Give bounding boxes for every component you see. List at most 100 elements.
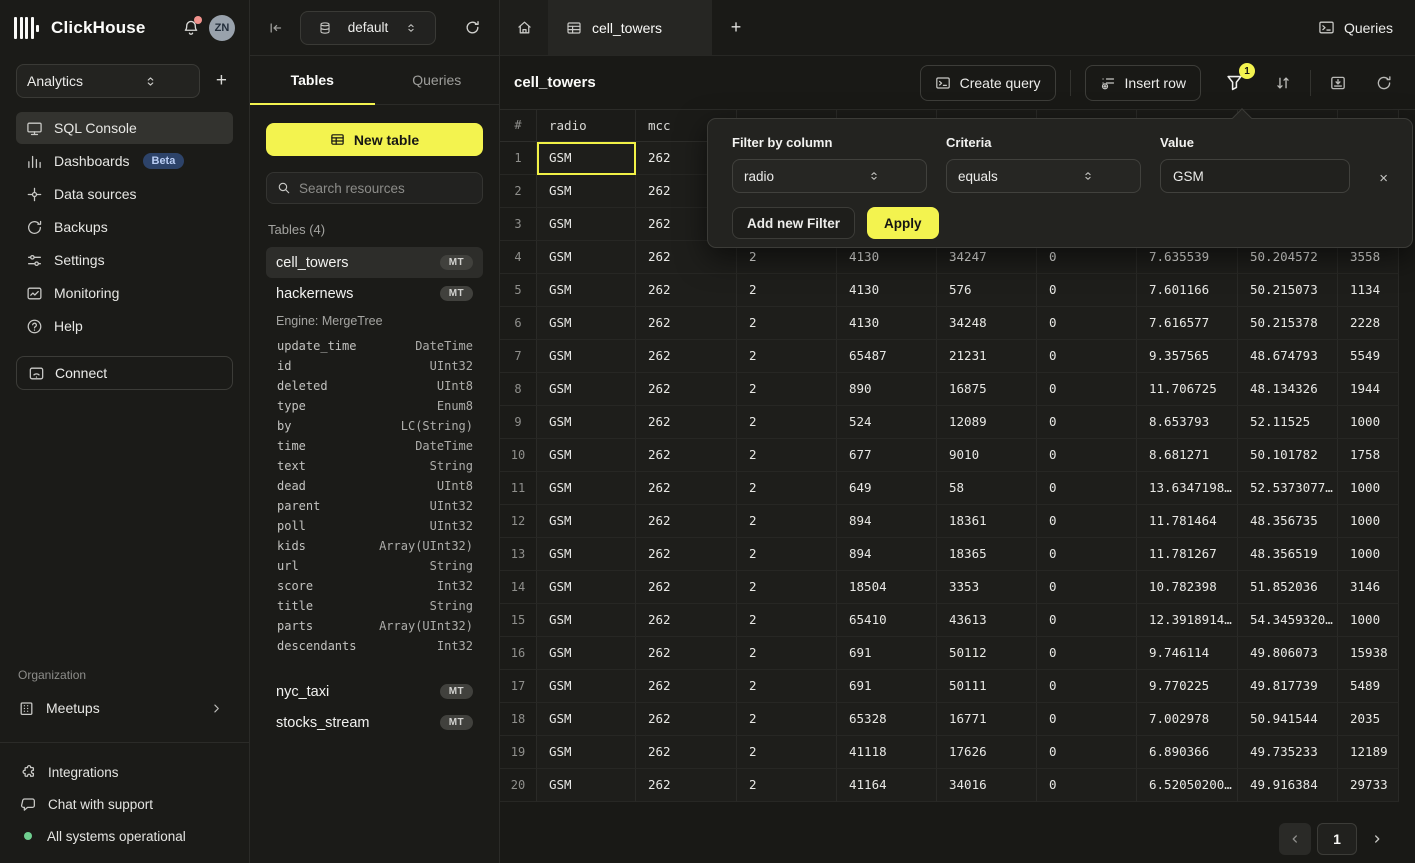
grid-cell[interactable]: 2035 (1338, 703, 1399, 736)
grid-cell[interactable]: 894 (837, 505, 937, 538)
grid-cell[interactable]: 2 (737, 406, 837, 439)
grid-cell[interactable]: 8.653793 (1137, 406, 1238, 439)
grid-cell[interactable]: 7.002978 (1137, 703, 1238, 736)
grid-cell[interactable]: 6.890366 (1137, 736, 1238, 769)
grid-cell[interactable]: 43613 (937, 604, 1037, 637)
grid-cell[interactable]: GSM (537, 208, 636, 241)
grid-cell[interactable]: GSM (537, 373, 636, 406)
grid-header-cell[interactable]: # (500, 110, 537, 142)
grid-cell[interactable]: 9.770225 (1137, 670, 1238, 703)
new-table-button[interactable]: New table (266, 123, 483, 156)
table-item-cell-towers[interactable]: cell_towersMT (266, 247, 483, 278)
grid-cell[interactable]: 14 (500, 571, 537, 604)
grid-cell[interactable]: 2 (737, 736, 837, 769)
grid-cell[interactable]: GSM (537, 538, 636, 571)
grid-cell[interactable]: 65410 (837, 604, 937, 637)
explorer-tab-tables[interactable]: Tables (250, 56, 375, 104)
grid-cell[interactable]: 2 (737, 373, 837, 406)
apply-filter-button[interactable]: Apply (867, 207, 939, 239)
add-workspace-button[interactable]: + (210, 68, 233, 94)
grid-cell[interactable]: 18365 (937, 538, 1037, 571)
grid-cell[interactable]: 54.3459320… (1238, 604, 1338, 637)
grid-cell[interactable]: 262 (636, 571, 737, 604)
connect-button[interactable]: Connect (16, 356, 233, 390)
home-tab[interactable] (500, 0, 548, 55)
grid-cell[interactable]: 262 (636, 637, 737, 670)
grid-cell[interactable]: GSM (537, 274, 636, 307)
grid-cell[interactable]: 691 (837, 637, 937, 670)
grid-header-cell[interactable]: radio (537, 110, 636, 142)
grid-cell[interactable]: 41118 (837, 736, 937, 769)
grid-cell[interactable]: 262 (636, 604, 737, 637)
grid-cell[interactable]: 0 (1037, 472, 1137, 505)
grid-cell[interactable]: 2 (737, 670, 837, 703)
grid-cell[interactable]: 262 (636, 340, 737, 373)
grid-cell[interactable]: 262 (636, 472, 737, 505)
grid-cell[interactable]: 49.735233 (1238, 736, 1338, 769)
grid-cell[interactable]: 262 (636, 703, 737, 736)
grid-cell[interactable]: 18361 (937, 505, 1037, 538)
grid-cell[interactable]: 2 (737, 439, 837, 472)
grid-cell[interactable]: 576 (937, 274, 1037, 307)
grid-cell[interactable]: 2 (737, 769, 837, 802)
add-new-filter-button[interactable]: Add new Filter (732, 207, 855, 239)
grid-cell[interactable]: 10 (500, 439, 537, 472)
queries-button[interactable]: Queries (1318, 0, 1393, 55)
grid-cell[interactable]: GSM (537, 472, 636, 505)
grid-cell[interactable]: 49.806073 (1238, 637, 1338, 670)
grid-cell[interactable]: 58 (937, 472, 1037, 505)
sidebar-item-backups[interactable]: Backups (16, 211, 233, 243)
grid-cell[interactable]: 9010 (937, 439, 1037, 472)
grid-cell[interactable]: GSM (537, 340, 636, 373)
grid-cell[interactable]: 262 (636, 736, 737, 769)
grid-cell[interactable]: 691 (837, 670, 937, 703)
grid-cell[interactable]: 894 (837, 538, 937, 571)
grid-cell[interactable]: GSM (537, 703, 636, 736)
grid-cell[interactable]: 262 (636, 439, 737, 472)
grid-cell[interactable]: 48.356735 (1238, 505, 1338, 538)
grid-cell[interactable]: 52.5373077… (1238, 472, 1338, 505)
grid-cell[interactable]: 0 (1037, 571, 1137, 604)
grid-cell[interactable]: 50.215378 (1238, 307, 1338, 340)
grid-cell[interactable]: 0 (1037, 307, 1137, 340)
grid-cell[interactable]: 11 (500, 472, 537, 505)
grid-cell[interactable]: 524 (837, 406, 937, 439)
grid-cell[interactable]: GSM (537, 736, 636, 769)
grid-cell[interactable]: 8.681271 (1137, 439, 1238, 472)
grid-cell[interactable]: 16 (500, 637, 537, 670)
grid-cell[interactable]: 8 (500, 373, 537, 406)
footer-item-all-systems-operational[interactable]: All systems operational (16, 821, 233, 851)
sort-button[interactable] (1270, 70, 1296, 96)
grid-cell[interactable]: 0 (1037, 406, 1137, 439)
grid-cell[interactable]: GSM (537, 604, 636, 637)
grid-cell[interactable]: GSM (537, 307, 636, 340)
grid-cell[interactable]: 49.916384 (1238, 769, 1338, 802)
grid-cell[interactable]: 29733 (1338, 769, 1399, 802)
grid-cell[interactable]: 2 (737, 307, 837, 340)
grid-cell[interactable]: GSM (537, 637, 636, 670)
grid-cell[interactable]: 2 (737, 571, 837, 604)
sidebar-item-monitoring[interactable]: Monitoring (16, 277, 233, 309)
next-page-button[interactable] (1363, 823, 1391, 855)
grid-cell[interactable]: 1000 (1338, 472, 1399, 505)
new-tab-button[interactable]: + (712, 0, 760, 55)
notifications-bell-icon[interactable] (182, 19, 200, 37)
grid-cell[interactable]: 0 (1037, 736, 1137, 769)
grid-cell[interactable]: 5 (500, 274, 537, 307)
grid-cell[interactable]: 1000 (1338, 505, 1399, 538)
grid-cell[interactable]: 262 (636, 274, 737, 307)
workspace-selector[interactable]: Analytics (16, 64, 200, 98)
grid-cell[interactable]: 5489 (1338, 670, 1399, 703)
grid-cell[interactable]: 12.3918914… (1137, 604, 1238, 637)
grid-cell[interactable]: 65487 (837, 340, 937, 373)
grid-cell[interactable]: 48.356519 (1238, 538, 1338, 571)
grid-cell[interactable]: 34248 (937, 307, 1037, 340)
grid-cell[interactable]: 2 (737, 274, 837, 307)
grid-cell[interactable]: 2 (737, 703, 837, 736)
grid-cell[interactable]: GSM (537, 406, 636, 439)
grid-cell[interactable]: 0 (1037, 637, 1137, 670)
grid-cell[interactable]: 2 (737, 505, 837, 538)
grid-cell[interactable]: 50112 (937, 637, 1037, 670)
grid-cell[interactable]: 0 (1037, 274, 1137, 307)
search-resources-input[interactable] (299, 181, 472, 196)
